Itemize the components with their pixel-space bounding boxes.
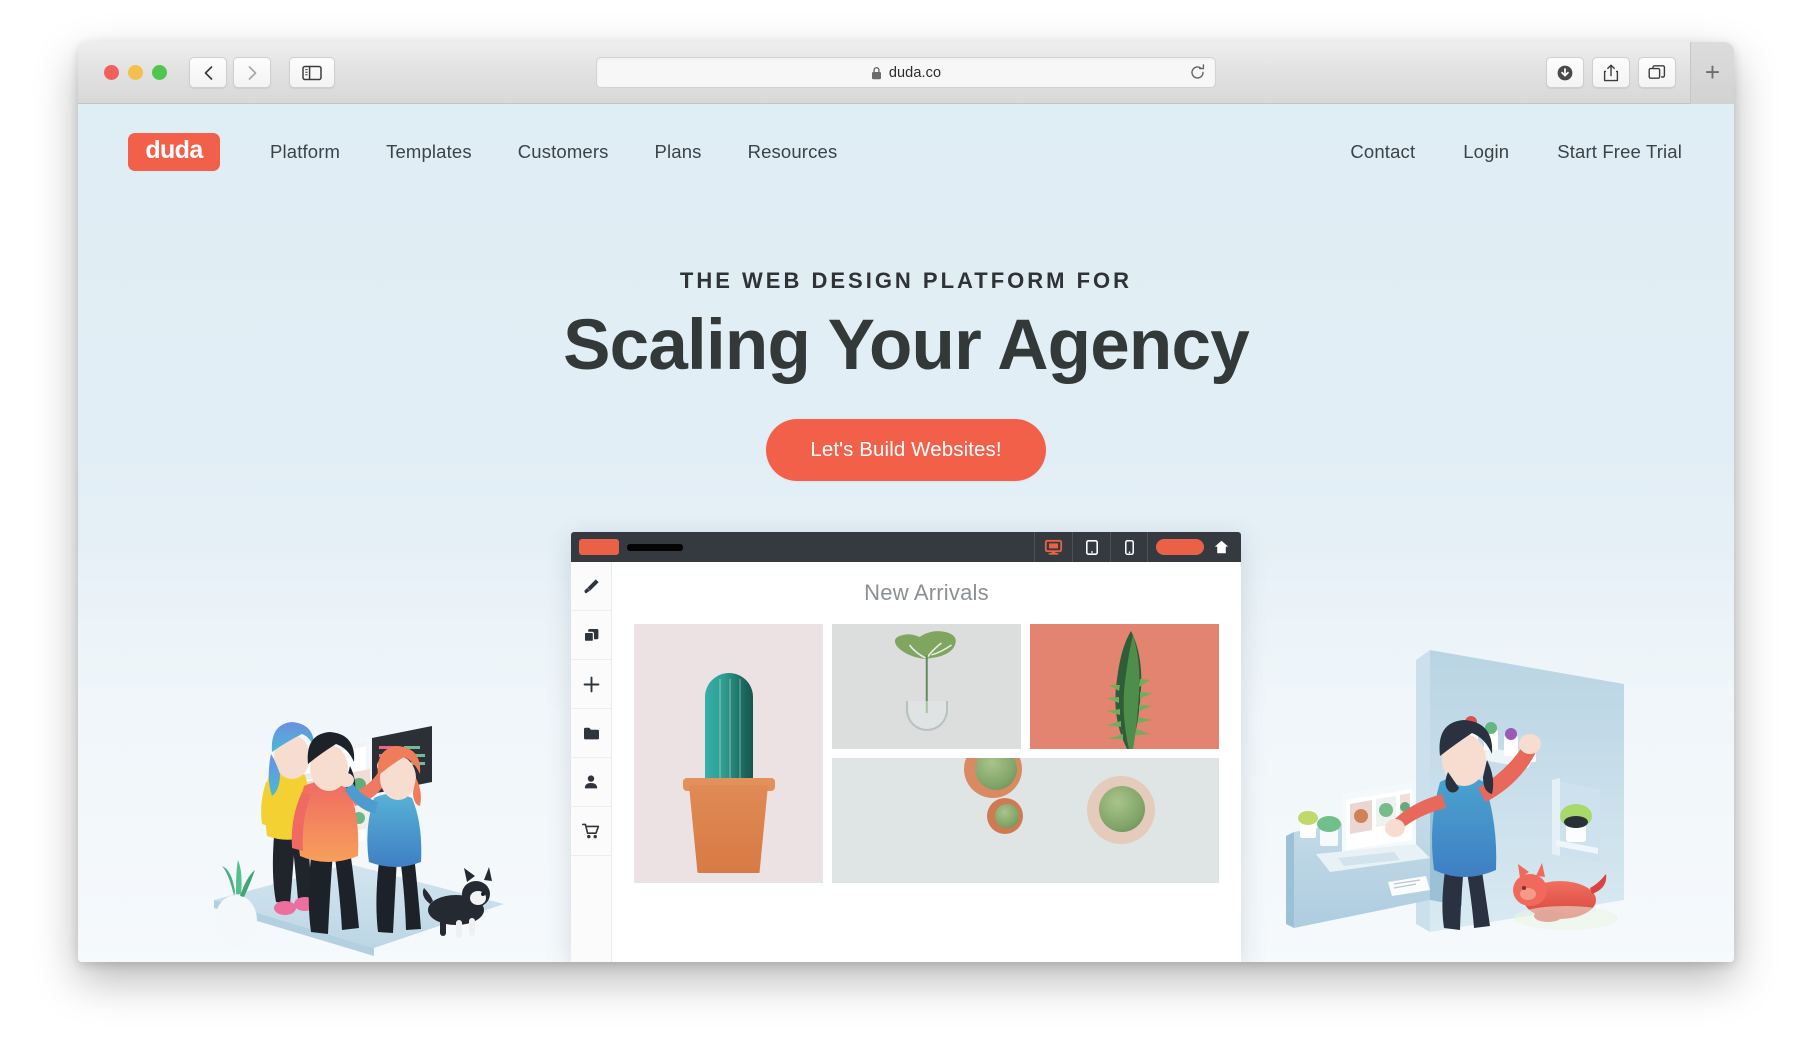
terracotta-pot bbox=[688, 785, 769, 873]
device-desktop-button[interactable] bbox=[1034, 532, 1072, 562]
brush-icon bbox=[583, 578, 599, 593]
sidebar-item-add[interactable] bbox=[571, 660, 611, 709]
secondary-nav: Contact Login Start Free Trial bbox=[1350, 141, 1682, 163]
navigation-buttons bbox=[189, 57, 271, 88]
nav-item-start-free-trial[interactable]: Start Free Trial bbox=[1557, 141, 1682, 163]
illustration-team-reviewing bbox=[174, 642, 504, 962]
shop-illustration-svg bbox=[1286, 650, 1624, 932]
cart-icon bbox=[582, 823, 600, 839]
device-preview-switcher bbox=[1034, 532, 1148, 562]
address-bar[interactable]: duda.co bbox=[596, 57, 1216, 88]
builder-sidebar bbox=[571, 562, 612, 962]
reload-icon bbox=[1190, 64, 1204, 79]
chevron-left-icon bbox=[204, 65, 212, 80]
site-header: duda Platform Templates Customers Plans … bbox=[78, 104, 1734, 200]
folder-icon bbox=[583, 727, 599, 739]
primary-nav: Platform Templates Customers Plans Resou… bbox=[270, 141, 837, 163]
downloads-button[interactable] bbox=[1546, 57, 1584, 88]
cactus-rib bbox=[718, 679, 721, 779]
desktop-icon bbox=[1044, 539, 1063, 555]
sidebar-item-files[interactable] bbox=[571, 709, 611, 758]
product-tile-succulents[interactable] bbox=[832, 758, 1219, 883]
hero-headline: Scaling Your Agency bbox=[563, 306, 1250, 385]
duda-logo[interactable]: duda bbox=[128, 133, 220, 171]
cactus-rib bbox=[728, 679, 731, 779]
product-tile-cactus[interactable] bbox=[634, 624, 823, 883]
nav-item-platform[interactable]: Platform bbox=[270, 141, 340, 163]
nav-item-plans[interactable]: Plans bbox=[655, 141, 702, 163]
cactus-rib bbox=[738, 679, 741, 779]
tablet-icon bbox=[1085, 539, 1098, 555]
builder-publish-button[interactable] bbox=[1156, 539, 1204, 555]
hero-illustration-scene: New Arrivals bbox=[78, 532, 1734, 962]
nav-item-contact[interactable]: Contact bbox=[1350, 141, 1415, 163]
forward-button[interactable] bbox=[233, 57, 271, 88]
builder-body: New Arrivals bbox=[571, 562, 1241, 962]
illustration-shop-owner bbox=[1280, 632, 1640, 962]
browser-toolbar: duda.co + bbox=[78, 42, 1734, 104]
tab-overview-button[interactable] bbox=[1638, 57, 1676, 88]
tab-overview-icon bbox=[1648, 64, 1666, 79]
share-icon bbox=[1603, 64, 1619, 81]
builder-site-name bbox=[627, 543, 683, 551]
zoom-window-button[interactable] bbox=[152, 65, 167, 80]
new-tab-button[interactable]: + bbox=[1690, 42, 1734, 104]
close-window-button[interactable] bbox=[104, 65, 119, 80]
share-button[interactable] bbox=[1592, 57, 1630, 88]
product-tile-coral-plant[interactable] bbox=[1030, 624, 1219, 749]
layers-icon bbox=[583, 628, 598, 642]
product-grid bbox=[634, 624, 1219, 883]
sidebar-item-store[interactable] bbox=[571, 807, 611, 856]
glass-vase bbox=[905, 701, 948, 731]
succulent-plant bbox=[994, 804, 1019, 828]
hero-section: THE WEB DESIGN PLATFORM FOR Scaling Your… bbox=[78, 200, 1734, 482]
sidebar-item-members[interactable] bbox=[571, 758, 611, 807]
hero-eyebrow: THE WEB DESIGN PLATFORM FOR bbox=[679, 268, 1133, 293]
webpage-content: duda Platform Templates Customers Plans … bbox=[78, 104, 1734, 962]
builder-canvas: New Arrivals bbox=[612, 562, 1241, 962]
website-builder-mockup: New Arrivals bbox=[571, 532, 1241, 962]
plus-icon bbox=[583, 676, 599, 692]
window-controls bbox=[104, 65, 167, 80]
builder-toolbar-actions bbox=[1156, 539, 1233, 555]
person-icon bbox=[584, 775, 598, 789]
address-bar-container: duda.co bbox=[596, 57, 1216, 88]
spiky-plant-icon bbox=[1106, 631, 1152, 749]
nav-item-customers[interactable]: Customers bbox=[518, 141, 609, 163]
nav-item-login[interactable]: Login bbox=[1463, 141, 1509, 163]
nav-item-templates[interactable]: Templates bbox=[386, 141, 472, 163]
canvas-section-title: New Arrivals bbox=[864, 580, 989, 605]
builder-brand-button[interactable] bbox=[579, 539, 619, 555]
download-icon bbox=[1557, 65, 1573, 80]
browser-tool-buttons bbox=[1546, 57, 1676, 88]
succulent-plant bbox=[1099, 786, 1146, 832]
sidebar-toggle-button[interactable] bbox=[289, 57, 335, 88]
screenshot-root: duda.co + duda Platform Templates Custom… bbox=[0, 0, 1800, 1050]
back-button[interactable] bbox=[189, 57, 227, 88]
team-illustration-svg bbox=[214, 722, 504, 956]
sidebar-item-design[interactable] bbox=[571, 562, 611, 611]
browser-window: duda.co + duda Platform Templates Custom… bbox=[78, 42, 1734, 962]
reload-button[interactable] bbox=[1186, 62, 1208, 84]
cactus-body bbox=[704, 673, 753, 783]
hero-cta-button[interactable]: Let's Build Websites! bbox=[766, 419, 1046, 482]
mobile-icon bbox=[1124, 539, 1134, 555]
home-icon[interactable] bbox=[1214, 540, 1229, 554]
lock-icon bbox=[871, 66, 881, 79]
url-text: duda.co bbox=[888, 64, 942, 81]
device-mobile-button[interactable] bbox=[1110, 532, 1148, 562]
nav-item-resources[interactable]: Resources bbox=[748, 141, 838, 163]
sidebar-item-pages[interactable] bbox=[571, 611, 611, 660]
product-tile-monstera[interactable] bbox=[832, 624, 1021, 749]
device-tablet-button[interactable] bbox=[1072, 532, 1110, 562]
minimize-window-button[interactable] bbox=[128, 65, 143, 80]
sidebar-icon bbox=[302, 65, 322, 80]
builder-toolbar bbox=[571, 532, 1241, 562]
chevron-right-icon bbox=[248, 65, 256, 80]
